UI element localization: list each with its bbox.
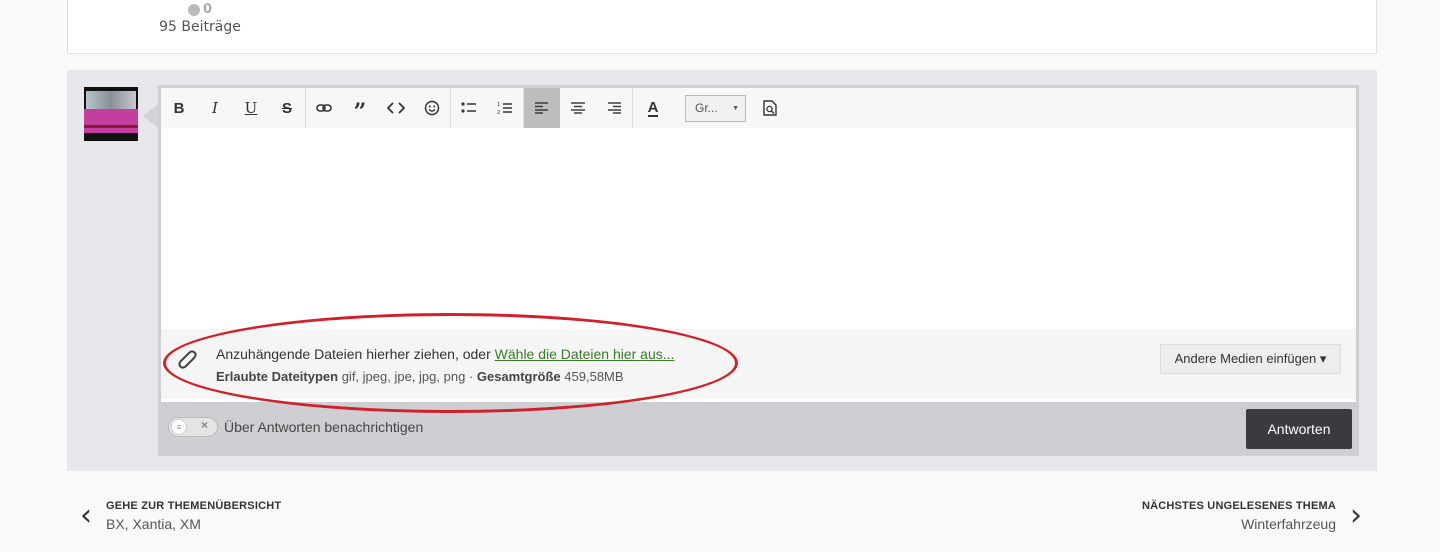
- align-center-button[interactable]: [560, 88, 596, 128]
- font-family-select[interactable]: Gr... ▼: [685, 94, 746, 122]
- toolbar-group-lists: 12: [451, 88, 524, 128]
- post-author-meta: 0 95 Beiträge: [130, 0, 270, 35]
- font-color-button[interactable]: A: [633, 88, 673, 128]
- allowed-types-value: gif, jpeg, jpe, jpg, png ·: [338, 369, 477, 384]
- preview-icon: [763, 100, 777, 116]
- numbered-list-button[interactable]: 12: [487, 88, 523, 128]
- bold-button[interactable]: B: [161, 88, 197, 128]
- smiley-icon: [424, 100, 440, 116]
- font-family-value: Gr...: [695, 101, 718, 115]
- preview-button[interactable]: [752, 88, 788, 128]
- total-size-value: 459,58MB: [560, 369, 624, 384]
- caret-down-icon: ▼: [732, 104, 739, 112]
- toolbar-group-insert: ”: [306, 88, 451, 128]
- reply-area: B I U S ” 1 2 A Gr... ▼ Anzuhängende Dat…: [67, 70, 1377, 471]
- chevron-left-icon: ‹: [80, 498, 92, 533]
- link-button[interactable]: [306, 88, 342, 128]
- notify-toggle[interactable]: ≡ ×: [168, 417, 218, 437]
- close-icon: ×: [200, 418, 208, 432]
- choose-files-link[interactable]: Wähle die Dateien hier aus...: [495, 346, 675, 362]
- emoji-button[interactable]: [414, 88, 450, 128]
- nav-next-label: NÄCHSTES UNGELESENES THEMA: [1141, 500, 1336, 512]
- post-card: 0 95 Beiträge: [67, 0, 1377, 54]
- reputation-value: 0: [202, 2, 213, 17]
- italic-button[interactable]: I: [197, 88, 233, 128]
- avatar: [84, 87, 138, 141]
- post-count: 95 Beiträge: [159, 19, 241, 35]
- font-color-icon: A: [647, 98, 659, 117]
- reputation-dot-icon: [187, 3, 200, 16]
- quote-icon: ”: [353, 99, 367, 125]
- nav-previous-title: BX, Xantia, XM: [106, 516, 201, 532]
- quote-button[interactable]: ”: [342, 88, 378, 128]
- editor-toolbar: B I U S ” 1 2 A Gr... ▼: [161, 88, 1356, 128]
- total-size-label: Gesamtgröße: [476, 369, 561, 384]
- svg-text:2: 2: [497, 110, 500, 115]
- attachment-dropzone[interactable]: Anzuhängende Dateien hierher ziehen, ode…: [161, 329, 1356, 399]
- chevron-right-icon: ›: [1350, 498, 1362, 533]
- align-right-icon: [608, 102, 621, 114]
- speech-pointer: [143, 104, 158, 128]
- numbered-list-icon: 12: [497, 102, 512, 115]
- nav-next-title: Winterfahrzeug: [1241, 516, 1336, 532]
- allowed-types-label: Erlaubte Dateitypen: [216, 369, 339, 384]
- reply-form: B I U S ” 1 2 A Gr... ▼ Anzuhängende Dat…: [158, 85, 1359, 456]
- svg-text:1: 1: [497, 102, 500, 108]
- nav-next[interactable]: NÄCHSTES UNGELESENES THEMA Winterfahrzeu…: [1142, 500, 1362, 532]
- toggle-knob-icon: ≡: [171, 419, 187, 435]
- underline-button[interactable]: U: [233, 88, 269, 128]
- drop-instructions: Anzuhängende Dateien hierher ziehen, ode…: [216, 346, 674, 362]
- align-left-button[interactable]: [524, 88, 560, 128]
- align-center-icon: [571, 102, 585, 114]
- link-icon: [316, 104, 332, 112]
- bullet-list-button[interactable]: [451, 88, 487, 128]
- drop-text: Anzuhängende Dateien hierher ziehen, ode…: [216, 346, 495, 362]
- strikethrough-button[interactable]: S: [269, 88, 305, 128]
- align-right-button[interactable]: [596, 88, 632, 128]
- notify-label: Über Antworten benachrichtigen: [224, 419, 424, 435]
- bullet-list-icon: [461, 102, 476, 113]
- code-button[interactable]: [378, 88, 414, 128]
- toolbar-group-align: [524, 88, 633, 128]
- reputation-badge: 0: [130, 2, 270, 17]
- paperclip-icon: [178, 350, 197, 369]
- code-icon: [387, 102, 405, 114]
- reply-button[interactable]: Antworten: [1246, 409, 1352, 449]
- nav-previous-label: GEHE ZUR THEMENÜBERSICHT: [106, 500, 282, 512]
- align-left-icon: [535, 102, 548, 114]
- allowed-file-info: Erlaubte Dateitypen gif, jpeg, jpe, jpg,…: [216, 369, 624, 384]
- nav-previous[interactable]: ‹ GEHE ZUR THEMENÜBERSICHT BX, Xantia, X…: [80, 500, 281, 532]
- toolbar-group-format: B I U S: [161, 88, 306, 128]
- insert-other-media-button[interactable]: Andere Medien einfügen ▾: [1160, 344, 1341, 374]
- toolbar-group-font: A Gr... ▼: [633, 88, 788, 128]
- notify-toggle-row: ≡ × Über Antworten benachrichtigen: [168, 417, 423, 437]
